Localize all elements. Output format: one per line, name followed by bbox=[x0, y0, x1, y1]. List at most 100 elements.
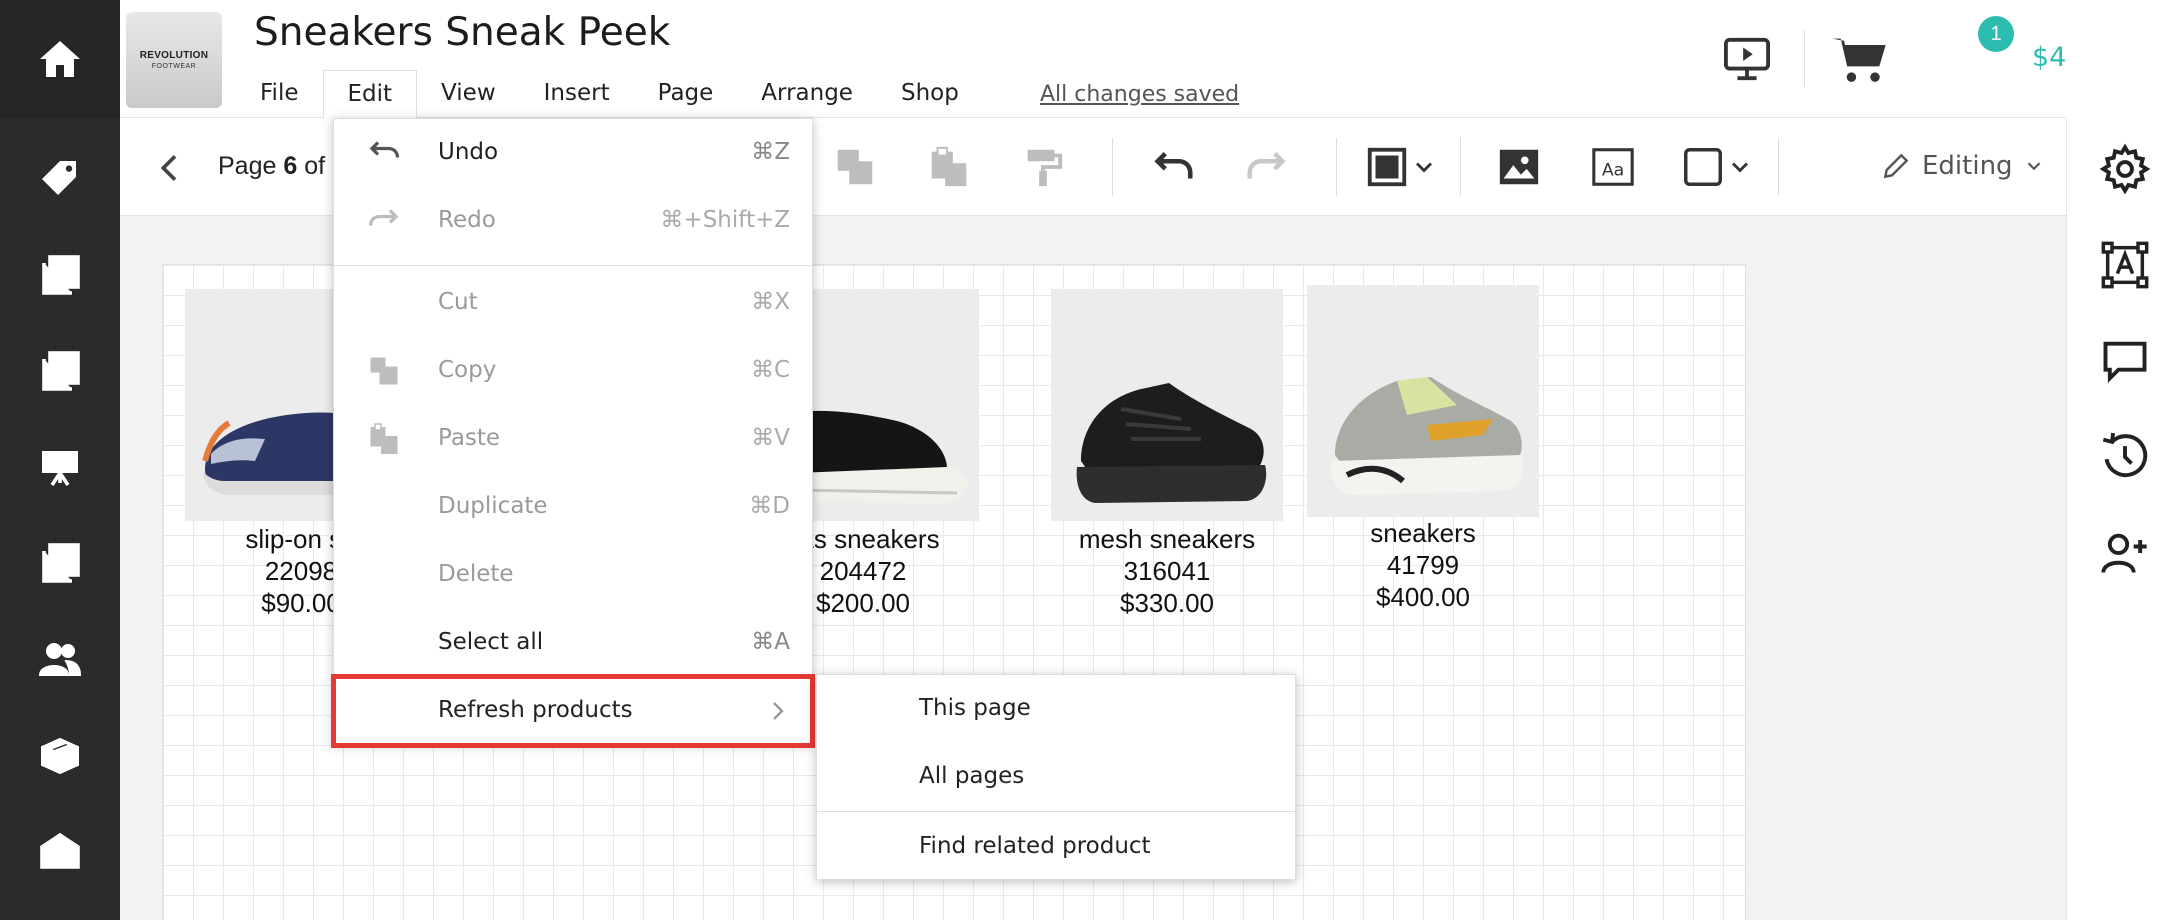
menu-page[interactable]: Page bbox=[634, 70, 738, 118]
menu-item-redo[interactable]: Redo ⌘+Shift+Z bbox=[334, 187, 812, 255]
submenu-item-find-related[interactable]: Find related product bbox=[817, 813, 1295, 881]
product-sku: 41799 bbox=[1386, 550, 1460, 580]
gear-icon bbox=[2099, 143, 2151, 195]
menu-item-refresh-products[interactable]: Refresh products bbox=[331, 674, 815, 748]
undo-tool[interactable] bbox=[1150, 142, 1196, 192]
left-sidebar bbox=[0, 0, 120, 920]
sidebar-item-pages[interactable] bbox=[0, 336, 120, 406]
page-indicator: Page 6 of bbox=[218, 152, 325, 181]
header-right-filler bbox=[2066, 0, 2182, 118]
background-color-tool[interactable] bbox=[1356, 142, 1446, 192]
redo-icon bbox=[368, 209, 399, 226]
image-icon bbox=[1499, 149, 1539, 185]
square-shape-icon bbox=[1684, 148, 1722, 186]
people-icon bbox=[38, 643, 82, 676]
logo-line-2: FOOTWEAR bbox=[151, 63, 197, 70]
copy-tool[interactable] bbox=[832, 142, 878, 192]
menu-item-shortcut: ⌘D bbox=[749, 493, 790, 519]
list-pages-icon bbox=[42, 351, 80, 391]
text-frame-button[interactable] bbox=[2067, 230, 2182, 300]
menu-item-shortcut: ⌘C bbox=[750, 357, 790, 383]
menu-view[interactable]: View bbox=[417, 70, 520, 118]
home-icon bbox=[40, 41, 80, 77]
sidebar-item-tags[interactable] bbox=[0, 144, 120, 214]
product-image[interactable] bbox=[1051, 289, 1283, 521]
submenu-item-label: This page bbox=[919, 695, 1031, 721]
product-sku: 316041 bbox=[1123, 556, 1211, 586]
toolbar-divider bbox=[1460, 138, 1461, 196]
format-painter-tool[interactable] bbox=[1020, 142, 1066, 192]
sidebar-item-messages[interactable] bbox=[0, 816, 120, 886]
insert-image-tool[interactable] bbox=[1496, 142, 1542, 192]
invite-user-button[interactable] bbox=[2067, 518, 2182, 588]
svg-text:Aa: Aa bbox=[1602, 161, 1624, 181]
menu-item-select-all[interactable]: Select all ⌘A bbox=[334, 609, 812, 677]
submenu-item-all-pages[interactable]: All pages bbox=[817, 743, 1295, 811]
brand-logo[interactable]: REVOLUTION FOOTWEAR bbox=[126, 12, 222, 108]
menu-item-delete[interactable]: Delete bbox=[334, 541, 812, 609]
redo-tool[interactable] bbox=[1244, 142, 1290, 192]
toolbar-divider bbox=[1336, 138, 1337, 196]
settings-button[interactable] bbox=[2067, 134, 2182, 204]
paste-icon bbox=[370, 423, 398, 454]
insert-shape-tool[interactable] bbox=[1672, 142, 1762, 192]
paste-tool[interactable] bbox=[926, 142, 972, 192]
home-button[interactable] bbox=[0, 0, 120, 118]
comments-button[interactable] bbox=[2067, 326, 2182, 396]
menu-item-copy[interactable]: Copy ⌘C bbox=[334, 337, 812, 405]
menu-item-label: Redo bbox=[438, 207, 496, 233]
menu-shop[interactable]: Shop bbox=[877, 70, 983, 118]
comment-icon bbox=[2103, 341, 2147, 384]
sidebar-item-team[interactable] bbox=[0, 624, 120, 694]
menu-item-label: Copy bbox=[438, 357, 497, 383]
menu-item-shortcut: ⌘Z bbox=[751, 139, 790, 165]
text-box-icon bbox=[2101, 241, 2149, 289]
page-suffix: of bbox=[297, 152, 326, 180]
menu-item-duplicate[interactable]: Duplicate ⌘D bbox=[334, 473, 812, 541]
menu-item-label: Refresh products bbox=[438, 697, 633, 723]
sidebar-item-catalog[interactable] bbox=[0, 240, 120, 310]
menu-item-label: Paste bbox=[438, 425, 501, 451]
menu-file[interactable]: File bbox=[236, 70, 323, 118]
editing-mode-dropdown[interactable]: Editing bbox=[1880, 150, 2045, 182]
sidebar-item-presentations[interactable] bbox=[0, 432, 120, 502]
chevron-right-icon bbox=[773, 702, 784, 720]
paste-icon bbox=[931, 146, 967, 187]
product-card[interactable]: mesh sneakers 316041 $330.00 bbox=[1051, 289, 1283, 618]
submenu-item-this-page[interactable]: This page bbox=[817, 675, 1295, 743]
menu-arrange[interactable]: Arrange bbox=[737, 70, 877, 118]
menu-item-cut[interactable]: Cut ⌘X bbox=[334, 269, 812, 337]
menu-item-undo[interactable]: Undo ⌘Z bbox=[334, 119, 812, 187]
chevron-down-icon bbox=[1416, 162, 1432, 173]
menu-edit[interactable]: Edit bbox=[322, 70, 418, 118]
submenu-item-label: All pages bbox=[919, 763, 1025, 789]
logo-line-1: REVOLUTION bbox=[139, 50, 209, 61]
product-image[interactable] bbox=[1307, 285, 1539, 517]
document-title[interactable]: Sneakers Sneak Peek bbox=[254, 10, 670, 55]
insert-text-tool[interactable]: Aa bbox=[1590, 142, 1636, 192]
menu-bar: File Edit View Insert Page Arrange Shop bbox=[236, 70, 983, 118]
previous-page-icon[interactable] bbox=[150, 148, 190, 188]
product-price: $330.00 bbox=[1120, 588, 1214, 618]
menu-item-paste[interactable]: Paste ⌘V bbox=[334, 405, 812, 473]
product-price: $400.00 bbox=[1376, 582, 1470, 612]
submenu-item-label: Find related product bbox=[919, 833, 1151, 859]
history-button[interactable] bbox=[2067, 422, 2182, 492]
add-user-icon bbox=[2101, 533, 2147, 574]
chevron-down-icon bbox=[2027, 162, 2040, 171]
header-divider bbox=[1804, 30, 1805, 86]
cart-icon[interactable] bbox=[1830, 34, 1890, 86]
sidebar-item-products[interactable] bbox=[0, 720, 120, 790]
sidebar-item-tasks[interactable] bbox=[0, 528, 120, 598]
present-icon[interactable] bbox=[1722, 36, 1772, 82]
copy-icon bbox=[837, 149, 873, 185]
cart-count-badge: 1 bbox=[1978, 16, 2014, 52]
menu-insert[interactable]: Insert bbox=[520, 70, 634, 118]
undo-icon bbox=[369, 141, 400, 158]
save-status-link[interactable]: All changes saved bbox=[1040, 82, 1239, 107]
format-painter-icon bbox=[1027, 149, 1063, 187]
sneaker-image bbox=[1051, 289, 1283, 521]
menu-item-shortcut: ⌘X bbox=[751, 289, 790, 315]
product-card[interactable]: sneakers 41799 $400.00 bbox=[1307, 285, 1539, 612]
pencil-icon bbox=[1883, 153, 1909, 179]
